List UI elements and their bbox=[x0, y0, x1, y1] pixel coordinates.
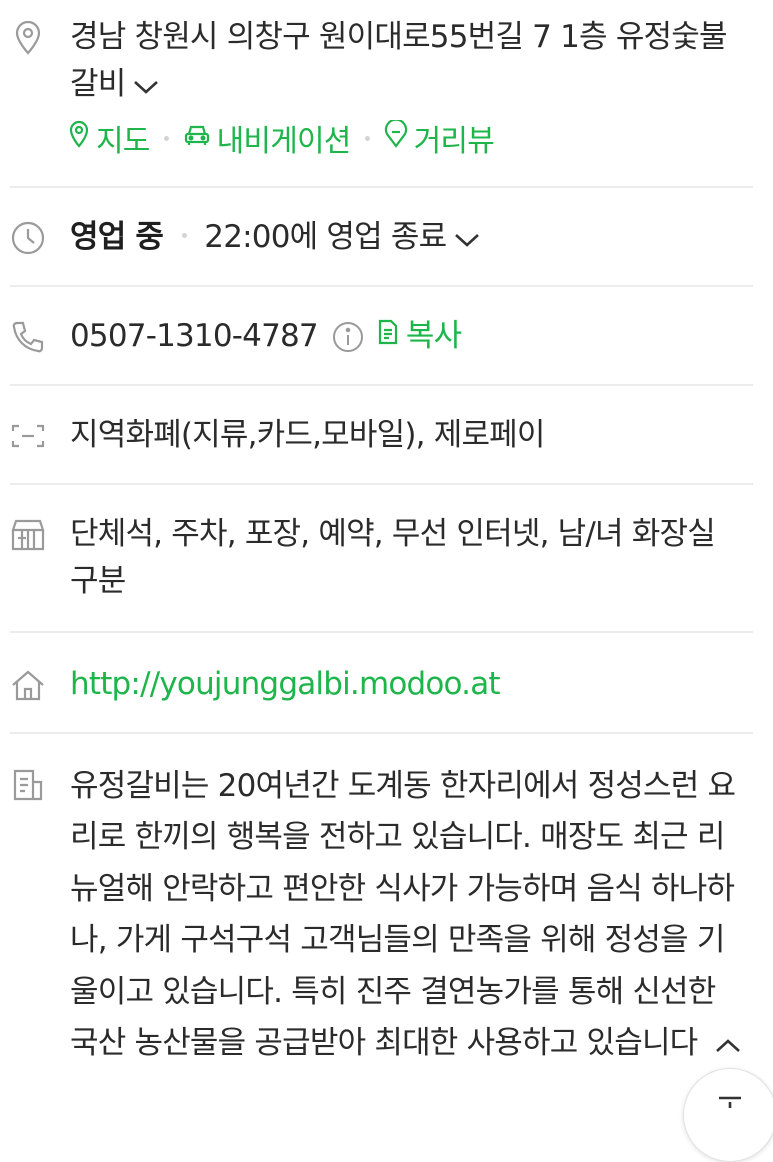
payment-card-icon bbox=[8, 416, 48, 456]
location-pin-icon bbox=[8, 18, 48, 58]
separator-dot bbox=[182, 233, 188, 238]
car-icon bbox=[183, 121, 211, 156]
store-icon bbox=[8, 515, 48, 555]
address-text-block[interactable]: 경남 창원시 의창구 원이대로55번길 7 1층 유정숯불갈비 bbox=[70, 14, 743, 109]
phone-section: 0507-1310-4787 복사 bbox=[0, 287, 773, 386]
map-pin-icon bbox=[68, 120, 90, 156]
navigation-link-label: 내비게이션 bbox=[216, 124, 352, 159]
arrow-up-icon bbox=[717, 1093, 743, 1112]
phone-text: 0507-1310-4787 복사 bbox=[70, 313, 749, 360]
description-text-block: 유정갈비는 20여년간 도계동 한자리에서 정성스런 요리로 한끼의 행복을 전… bbox=[70, 761, 745, 1070]
street-view-icon bbox=[384, 118, 408, 156]
separator-dot bbox=[364, 135, 370, 141]
copy-label: 복사 bbox=[405, 318, 462, 354]
payment-section: 지역화폐(지류,카드,모바일), 제로페이 bbox=[0, 386, 773, 485]
scroll-to-top-button[interactable] bbox=[683, 1068, 773, 1162]
home-icon bbox=[8, 665, 48, 705]
info-icon[interactable] bbox=[332, 321, 364, 353]
document-icon bbox=[8, 765, 48, 805]
hours-text: 영업 중 22:00에 영업 종료 bbox=[70, 214, 749, 262]
street-view-link-label: 거리뷰 bbox=[413, 124, 495, 159]
chevron-down-icon[interactable] bbox=[133, 62, 159, 109]
description-text: 유정갈비는 20여년간 도계동 한자리에서 정성스런 요리로 한끼의 행복을 전… bbox=[70, 768, 736, 1062]
amenities-section: 단체석, 주차, 포장, 예약, 무선 인터넷, 남/녀 화장실 구분 bbox=[0, 485, 773, 633]
copy-icon bbox=[376, 313, 400, 360]
website-section: http://youjunggalbi.modoo.at bbox=[0, 633, 773, 734]
street-view-link[interactable]: 거리뷰 bbox=[384, 116, 495, 160]
phone-icon bbox=[8, 317, 48, 357]
chevron-down-icon[interactable] bbox=[454, 215, 480, 262]
address-text: 경남 창원시 의창구 원이대로55번길 7 1층 유정숯불갈비 bbox=[70, 19, 728, 102]
payment-text: 지역화폐(지류,카드,모바일), 제로페이 bbox=[70, 417, 545, 453]
open-status: 영업 중 bbox=[70, 219, 164, 255]
hours-section[interactable]: 영업 중 22:00에 영업 종료 bbox=[0, 188, 773, 287]
description-section: 유정갈비는 20여년간 도계동 한자리에서 정성스런 요리로 한끼의 행복을 전… bbox=[0, 733, 773, 1105]
chevron-up-icon[interactable] bbox=[715, 1019, 741, 1070]
address-section: 경남 창원시 의창구 원이대로55번길 7 1층 유정숯불갈비 지도 내비게이션… bbox=[0, 0, 773, 188]
closing-time: 22:00에 영업 종료 bbox=[204, 219, 447, 255]
phone-number[interactable]: 0507-1310-4787 bbox=[70, 313, 319, 360]
map-link[interactable]: 지도 bbox=[68, 116, 150, 160]
address-links: 지도 내비게이션 거리뷰 bbox=[68, 116, 495, 160]
amenities-text: 단체석, 주차, 포장, 예약, 무선 인터넷, 남/녀 화장실 구분 bbox=[70, 516, 716, 599]
map-link-label: 지도 bbox=[96, 124, 150, 159]
website-link[interactable]: http://youjunggalbi.modoo.at bbox=[70, 661, 749, 708]
copy-button[interactable]: 복사 bbox=[376, 313, 462, 360]
navigation-link[interactable]: 내비게이션 bbox=[183, 116, 351, 160]
separator-dot bbox=[163, 135, 169, 141]
clock-icon bbox=[8, 218, 48, 258]
